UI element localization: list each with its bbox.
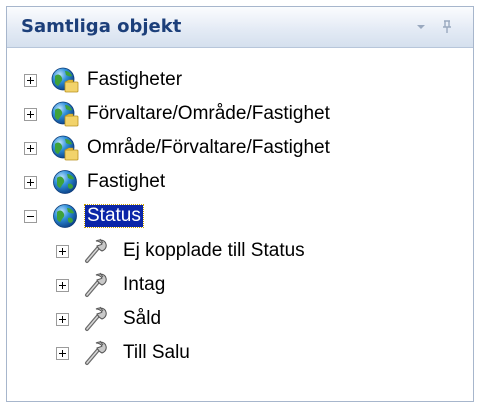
expand-icon[interactable] (56, 312, 69, 326)
dropdown-arrow-icon[interactable] (413, 19, 429, 35)
tree-node-fastighet[interactable]: Fastighet (24, 165, 167, 199)
tree-node-label: Förvaltare/Område/Fastighet (87, 103, 330, 124)
tree-node-status[interactable]: Status (24, 199, 144, 233)
expand-icon[interactable] (56, 244, 69, 258)
object-panel: Samtliga objekt Fastigheter Förvaltare/O… (6, 6, 474, 402)
panel-header: Samtliga objekt (7, 7, 473, 48)
globe-icon (51, 202, 79, 230)
globe-folder-icon (51, 66, 79, 94)
collapse-icon[interactable] (24, 209, 37, 223)
expand-icon[interactable] (24, 175, 37, 189)
wrench-icon (83, 339, 111, 367)
expand-icon[interactable] (24, 141, 37, 155)
expand-icon[interactable] (24, 73, 37, 87)
tree-node-forvaltare-omrade-fastighet[interactable]: Förvaltare/Område/Fastighet (24, 97, 332, 131)
tree-node-label: Fastigheter (87, 69, 183, 90)
object-tree: Fastigheter Förvaltare/Område/Fastighet … (8, 51, 472, 400)
globe-icon (51, 168, 79, 196)
tree-node-label: Till Salu (123, 342, 190, 363)
globe-folder-icon (51, 100, 79, 128)
tree-node-ej-kopplade[interactable]: Ej kopplade till Status (56, 234, 307, 268)
tree-node-label: Fastighet (87, 171, 166, 192)
tree-node-label: Såld (123, 308, 162, 329)
wrench-icon (83, 271, 111, 299)
wrench-icon (83, 237, 111, 265)
expand-icon[interactable] (56, 278, 69, 292)
tree-node-omrade-forvaltare-fastighet[interactable]: Område/Förvaltare/Fastighet (24, 131, 332, 165)
tree-node-fastigheter[interactable]: Fastigheter (24, 63, 184, 97)
tree-node-label: Intag (123, 274, 166, 295)
globe-folder-icon (51, 134, 79, 162)
tree-node-till-salu[interactable]: Till Salu (56, 336, 192, 370)
wrench-icon (83, 305, 111, 333)
pin-icon[interactable] (439, 19, 455, 35)
tree-node-label: Status (84, 204, 144, 228)
tree-node-sald[interactable]: Såld (56, 302, 163, 336)
tree-node-label: Ej kopplade till Status (123, 240, 305, 261)
tree-node-intag[interactable]: Intag (56, 268, 167, 302)
expand-icon[interactable] (24, 107, 37, 121)
panel-title: Samtliga objekt (21, 16, 182, 37)
tree-node-label: Område/Förvaltare/Fastighet (87, 137, 330, 158)
expand-icon[interactable] (56, 346, 69, 360)
